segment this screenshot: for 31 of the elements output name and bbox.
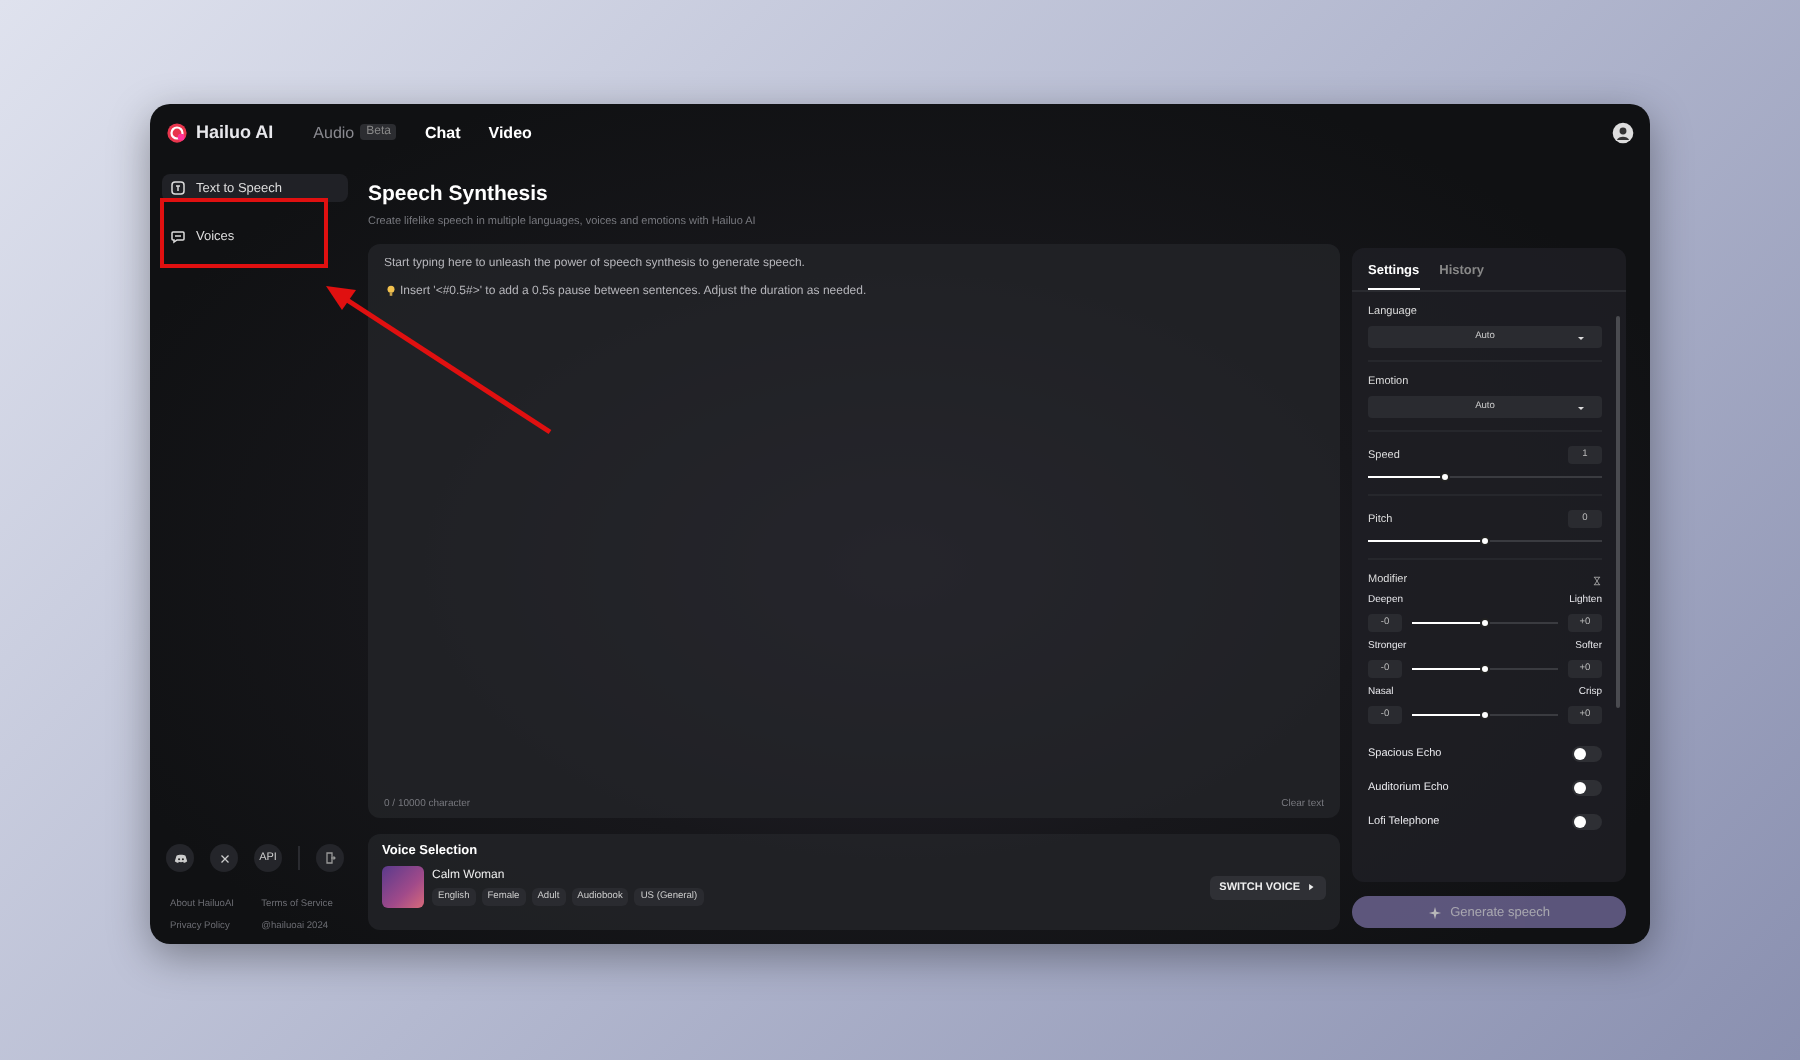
caret-icon — [1576, 333, 1586, 341]
slider[interactable] — [1368, 536, 1602, 546]
lightbulb-icon — [384, 284, 398, 298]
page-title: Speech Synthesis — [368, 182, 550, 206]
toggle-switch[interactable] — [1572, 780, 1602, 796]
slider-thumb[interactable] — [1480, 710, 1490, 720]
slider-thumb[interactable] — [1440, 472, 1451, 482]
logo-icon — [166, 121, 188, 143]
toggle-switch[interactable] — [1572, 746, 1602, 762]
voice-cover-placeholder — [382, 866, 424, 908]
nav-tab[interactable]: Video — [488, 123, 532, 141]
discord-icon[interactable] — [166, 844, 194, 872]
play-caret-icon — [1306, 882, 1316, 892]
exit-icon[interactable] — [316, 844, 344, 872]
speech-icon — [170, 180, 186, 196]
x-icon[interactable] — [210, 844, 238, 872]
brand-name: Hailuo AI — [196, 122, 274, 142]
slider-thumb[interactable] — [1480, 664, 1490, 674]
slider-thumb[interactable] — [1480, 618, 1490, 628]
chat-bubble-icon — [170, 228, 186, 244]
caret-icon — [1576, 403, 1586, 411]
toggle-switch[interactable] — [1572, 814, 1602, 830]
sparkle-icon — [1428, 905, 1443, 919]
slider-thumb[interactable] — [1480, 536, 1490, 546]
slider[interactable] — [1412, 664, 1558, 674]
nav-tab[interactable]: Chat — [424, 123, 461, 141]
avatar-icon — [1612, 121, 1634, 143]
slider[interactable] — [1368, 472, 1602, 482]
reset-icon — [1592, 575, 1602, 585]
slider[interactable] — [1412, 618, 1558, 628]
slider[interactable] — [1412, 710, 1558, 720]
